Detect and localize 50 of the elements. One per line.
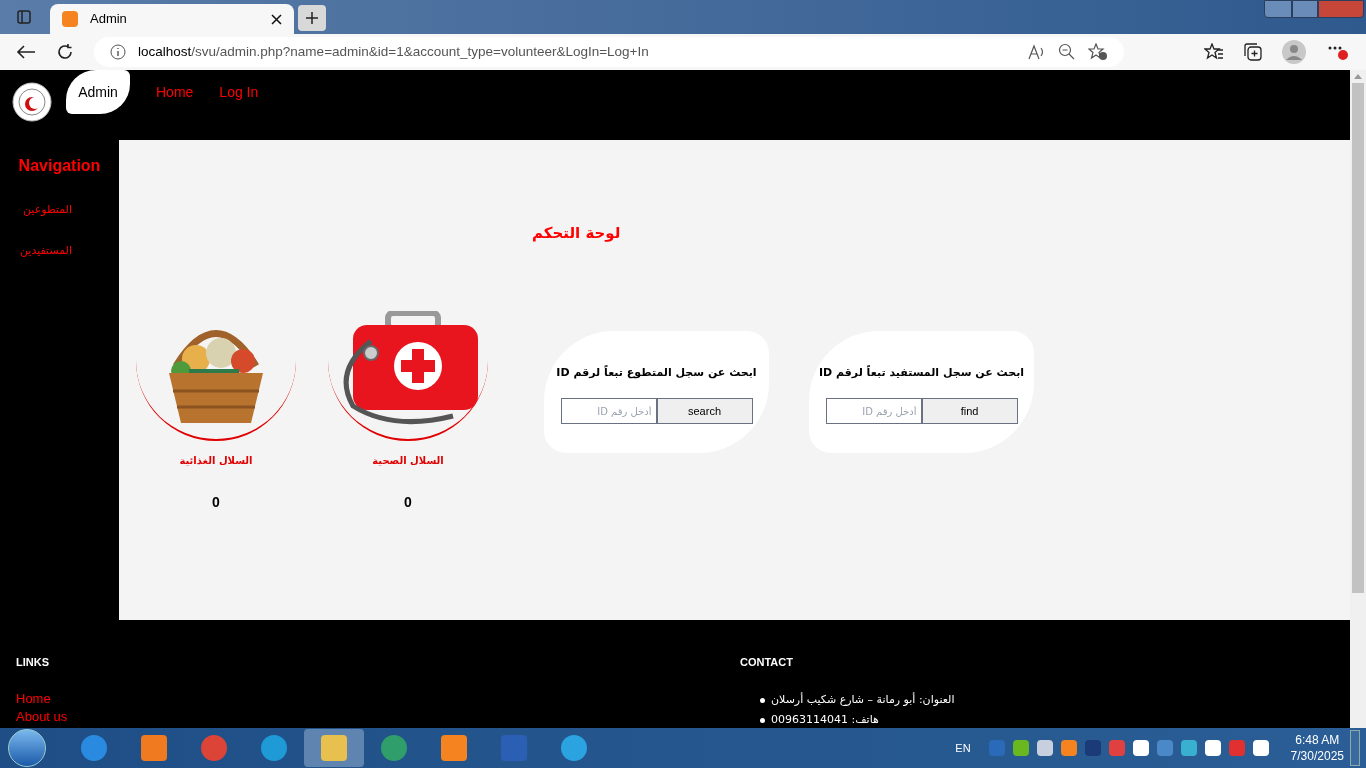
back-icon[interactable] (16, 44, 36, 60)
footer-heading: LINKS (16, 656, 49, 669)
tab-title: Admin (90, 10, 128, 29)
tabs-icon (17, 10, 31, 24)
profile-icon[interactable] (1282, 40, 1306, 64)
add-favorite-icon (1088, 43, 1108, 61)
stat-label: السلال الصحية (372, 453, 444, 468)
browser-tab[interactable]: Admin (50, 4, 294, 34)
card-title: ابحث عن سجل المستفيد تبعاً لرقم ID (818, 364, 1025, 381)
scrollbar[interactable] (1350, 70, 1366, 728)
nav-link[interactable]: Home (156, 70, 194, 114)
reload-icon[interactable] (56, 43, 74, 61)
stat-count: 0 (404, 492, 412, 512)
zoom-out-icon (1058, 43, 1076, 61)
plus-icon (305, 11, 319, 25)
nav-link[interactable]: Admin (66, 70, 130, 114)
nav-link[interactable]: Log In (219, 70, 259, 114)
bullet-icon (760, 697, 765, 703)
search-button[interactable]: find (921, 398, 1018, 424)
footer-link[interactable]: About us (16, 708, 68, 726)
restore-button[interactable] (1292, 0, 1318, 18)
page-title: لوحة التحكم (532, 223, 621, 244)
card-title: ابحث عن سجل المتطوع تبعاً لرقم ID (556, 364, 757, 381)
new-tab-button[interactable] (298, 5, 326, 31)
bullet-icon (760, 717, 765, 723)
stat-label: السلال الغذائية (179, 453, 253, 468)
clock-date[interactable]: 7/30/2025 (1290, 748, 1344, 764)
start-button[interactable] (8, 729, 46, 767)
url-text: localhost/svu/admin.php?name=admin&id=1&account_type=volunteer&LogIn=Log+In (138, 42, 650, 61)
language-indicator[interactable]: EN (955, 739, 971, 757)
minimize-button[interactable] (1264, 0, 1292, 18)
favorites-icon[interactable] (1204, 43, 1224, 61)
read-aloud-icon (1028, 44, 1046, 60)
footer-heading: CONTACT (740, 656, 793, 669)
search-button[interactable]: search (656, 398, 753, 424)
sidebar-title: Navigation (18, 156, 101, 176)
contact-text: العنوان: أبو رمانة – شارع شكيب أرسلان (771, 691, 955, 708)
footer-link[interactable]: Home (16, 690, 51, 708)
info-icon (110, 44, 126, 60)
logo-icon (12, 82, 52, 122)
window-close-button[interactable] (1318, 0, 1364, 18)
collections-icon[interactable] (1244, 43, 1262, 61)
show-desktop-button[interactable] (1350, 730, 1360, 766)
clock-time[interactable]: 6:48 AM (1295, 732, 1340, 748)
sidebar-link[interactable]: المستفيدين (20, 242, 72, 259)
address-field[interactable]: localhost/svu/admin.php?name=admin&id=1&account_type=volunteer&LogIn=Log+In (94, 37, 1124, 67)
close-icon[interactable] (271, 13, 282, 25)
contact-text: هاتف: 00963114041 (771, 711, 879, 728)
sidebar-link[interactable]: المتطوعين (20, 202, 72, 219)
stat-count: 0 (212, 492, 220, 512)
